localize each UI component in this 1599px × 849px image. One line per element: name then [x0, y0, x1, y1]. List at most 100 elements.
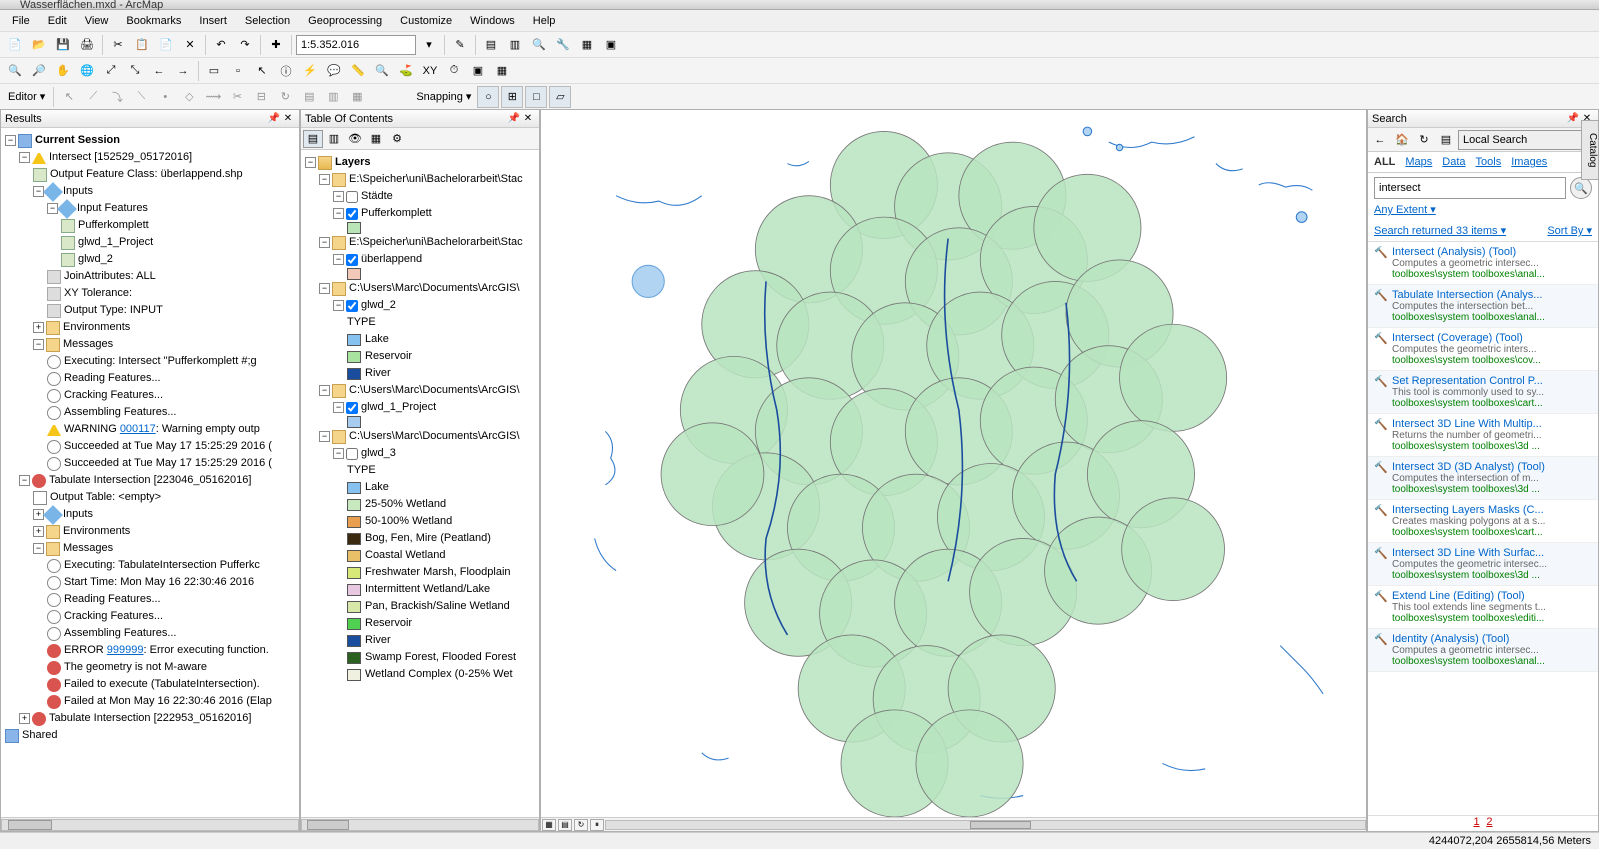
menu-windows[interactable]: Windows: [462, 13, 523, 29]
add-data-button[interactable]: ✚: [265, 34, 287, 56]
map-canvas[interactable]: [541, 110, 1366, 817]
python-button[interactable]: ▦: [576, 34, 598, 56]
result-title[interactable]: Set Representation Control P...: [1392, 375, 1592, 387]
layer-name[interactable]: überlappend: [361, 251, 422, 268]
search-result-item[interactable]: 🔨Intersecting Layers Masks (C... Creates…: [1368, 500, 1598, 543]
search-result-item[interactable]: 🔨Identity (Analysis) (Tool)Computes a ge…: [1368, 629, 1598, 672]
close-icon[interactable]: ✕: [521, 112, 535, 126]
clear-selection-button[interactable]: ▫: [227, 60, 249, 82]
filter-images[interactable]: Images: [1511, 156, 1547, 168]
save-button[interactable]: 💾: [52, 34, 74, 56]
search-go-button[interactable]: 🔍: [1570, 177, 1592, 199]
result-title[interactable]: Intersect (Analysis) (Tool): [1392, 246, 1592, 258]
toc-hscroll[interactable]: [301, 817, 539, 831]
cut-button[interactable]: ✂: [107, 34, 129, 56]
identify-button[interactable]: ⓘ: [275, 60, 297, 82]
layer-checkbox[interactable]: [346, 208, 358, 220]
menu-customize[interactable]: Customize: [392, 13, 460, 29]
modelbuilder-button[interactable]: ▣: [600, 34, 622, 56]
layer-name[interactable]: glwd_1_Project: [361, 399, 436, 416]
result-title[interactable]: Intersect (Coverage) (Tool): [1392, 332, 1592, 344]
fixed-zoom-out[interactable]: ⤡: [124, 60, 146, 82]
snap-vertex-button[interactable]: □: [525, 86, 547, 108]
delete-button[interactable]: ✕: [179, 34, 201, 56]
pin-icon[interactable]: 📌: [1566, 112, 1580, 126]
search-result-item[interactable]: 🔨Set Representation Control P... This to…: [1368, 371, 1598, 414]
close-icon[interactable]: ✕: [281, 112, 295, 126]
back-button[interactable]: ←: [148, 60, 170, 82]
menu-help[interactable]: Help: [525, 13, 564, 29]
toc-button[interactable]: ▤: [480, 34, 502, 56]
result-title[interactable]: Identity (Analysis) (Tool): [1392, 633, 1592, 645]
html-popup-button[interactable]: 💬: [323, 60, 345, 82]
fixed-zoom-in[interactable]: ⤢: [100, 60, 122, 82]
edit-arc[interactable]: ⤵: [106, 86, 128, 108]
snap-point-button[interactable]: ○: [477, 86, 499, 108]
search-sort-link[interactable]: Sort By ▾: [1547, 224, 1592, 237]
menu-view[interactable]: View: [77, 13, 117, 29]
edit-cut[interactable]: ✂: [226, 86, 248, 108]
search-count-link[interactable]: Search returned 33 items ▾: [1374, 224, 1506, 237]
select-elements-button[interactable]: ↖: [251, 60, 273, 82]
filter-all[interactable]: ALL: [1374, 156, 1395, 168]
layer-name[interactable]: Pufferkomplett: [361, 205, 432, 222]
result-title[interactable]: Intersecting Layers Masks (C...: [1392, 504, 1592, 516]
search-input[interactable]: [1374, 177, 1566, 199]
menu-geoprocessing[interactable]: Geoprocessing: [300, 13, 390, 29]
time-slider-button[interactable]: ⏱: [443, 60, 465, 82]
layer-checkbox[interactable]: [346, 448, 358, 460]
catalog-tab[interactable]: Catalog: [1581, 120, 1599, 180]
scale-input[interactable]: [296, 35, 416, 55]
filter-tools[interactable]: Tools: [1476, 156, 1502, 168]
edit-attributes[interactable]: ▤: [298, 86, 320, 108]
layer-checkbox[interactable]: [346, 402, 358, 414]
toc-options[interactable]: ⚙: [387, 130, 407, 148]
results-tree[interactable]: −Current Session −Intersect [152529_0517…: [1, 128, 299, 817]
menu-bookmarks[interactable]: Bookmarks: [118, 13, 189, 29]
data-view-button[interactable]: ▦: [542, 819, 556, 831]
layer-name[interactable]: Städte: [361, 188, 393, 205]
pin-icon[interactable]: 📌: [507, 112, 521, 126]
search-scope-select[interactable]: Local Search: [1458, 130, 1596, 150]
list-by-visibility[interactable]: 👁: [345, 130, 365, 148]
editor-toolbar-button[interactable]: ✎: [449, 34, 471, 56]
layer-checkbox[interactable]: [346, 254, 358, 266]
search-extent-dropdown[interactable]: Any Extent ▾: [1368, 203, 1598, 220]
search-result-item[interactable]: 🔨Intersect 3D Line With Surfac... Comput…: [1368, 543, 1598, 586]
search-result-item[interactable]: 🔨Extend Line (Editing) (Tool)This tool e…: [1368, 586, 1598, 629]
copy-button[interactable]: 📋: [131, 34, 153, 56]
editor-dropdown[interactable]: Editor ▾: [4, 90, 49, 103]
list-by-source[interactable]: ▥: [324, 130, 344, 148]
page-2-link[interactable]: 2: [1486, 816, 1492, 828]
result-title[interactable]: Extend Line (Editing) (Tool): [1392, 590, 1592, 602]
paste-button[interactable]: 📄: [155, 34, 177, 56]
result-title[interactable]: Intersect 3D Line With Surfac...: [1392, 547, 1592, 559]
layer-name[interactable]: glwd_2: [361, 297, 396, 314]
expand-icon[interactable]: −: [5, 135, 16, 146]
search-home-button[interactable]: 🏠: [1392, 130, 1412, 150]
search-index-button[interactable]: ▤: [1436, 130, 1456, 150]
forward-button[interactable]: →: [172, 60, 194, 82]
pin-icon[interactable]: 📌: [267, 112, 281, 126]
measure-button[interactable]: 📏: [347, 60, 369, 82]
edit-create[interactable]: ▦: [346, 86, 368, 108]
open-button[interactable]: 📂: [28, 34, 50, 56]
error-code-link[interactable]: 999999: [107, 644, 144, 656]
zoom-out-button[interactable]: 🔎: [28, 60, 50, 82]
toc-tree[interactable]: −Layers−E:\Speicher\uni\Bachelorarbeit\S…: [301, 150, 539, 817]
edit-tool[interactable]: ↖: [58, 86, 80, 108]
select-features-button[interactable]: ▭: [203, 60, 225, 82]
arctoolbox-button[interactable]: 🔧: [552, 34, 574, 56]
redo-button[interactable]: ↷: [234, 34, 256, 56]
result-title[interactable]: Intersect 3D (3D Analyst) (Tool): [1392, 461, 1592, 473]
search-result-item[interactable]: 🔨Intersect (Coverage) (Tool)Computes the…: [1368, 328, 1598, 371]
create-viewer-button[interactable]: ▣: [467, 60, 489, 82]
layer-checkbox[interactable]: [346, 191, 358, 203]
result-title[interactable]: Intersect 3D Line With Multip...: [1392, 418, 1592, 430]
edit-split[interactable]: ⊟: [250, 86, 272, 108]
pan-button[interactable]: ✋: [52, 60, 74, 82]
zoom-in-button[interactable]: 🔍: [4, 60, 26, 82]
results-hscroll[interactable]: [1, 817, 299, 831]
hyperlink-button[interactable]: ⚡: [299, 60, 321, 82]
snap-end-button[interactable]: ⊞: [501, 86, 523, 108]
